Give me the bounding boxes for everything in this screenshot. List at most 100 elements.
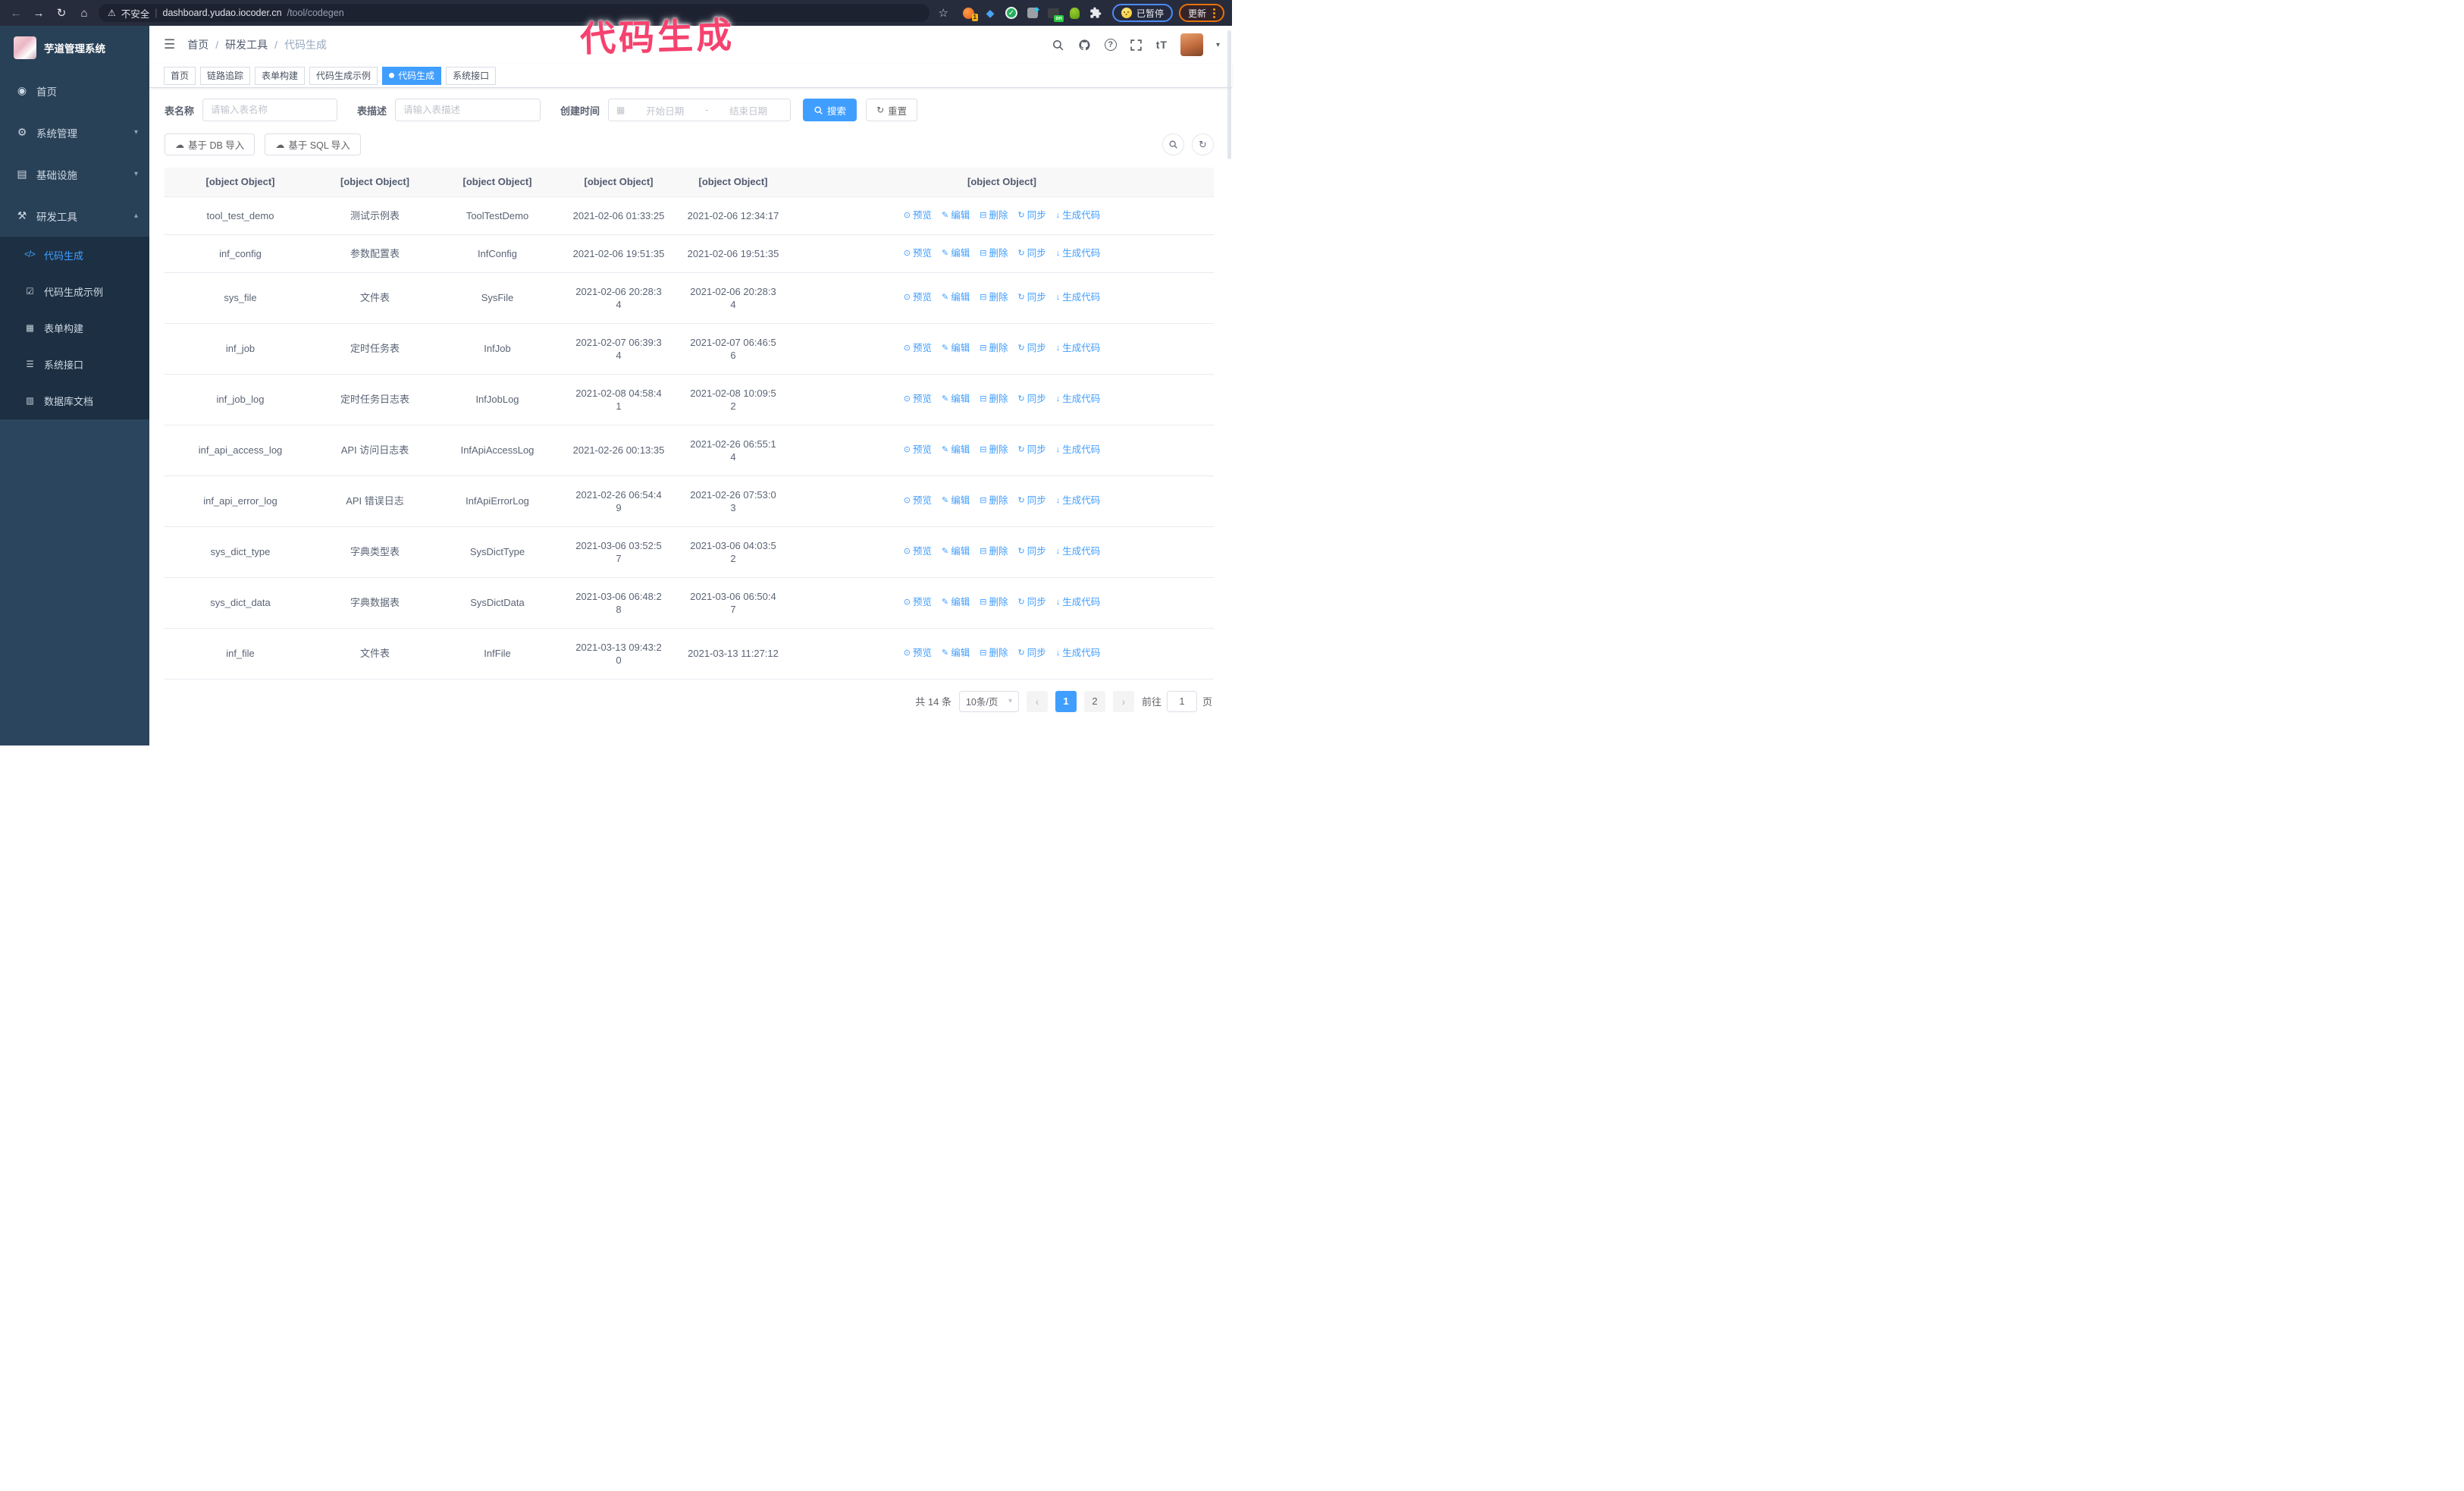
bookmark-star-icon[interactable]: ☆ (939, 6, 948, 20)
preview-link[interactable]: ⊙ 预览 (904, 393, 932, 406)
view-tab[interactable]: 链路追踪 (200, 66, 251, 85)
prev-page-button[interactable]: ‹ (1026, 690, 1048, 712)
sidebar-menu-item[interactable]: ◉ 首页 (0, 70, 149, 111)
edit-link[interactable]: ✎ 编辑 (942, 596, 970, 609)
extension-dark-icon[interactable]: on (1047, 6, 1064, 22)
sync-link[interactable]: ↻ 同步 (1017, 291, 1045, 304)
sidebar-submenu-item[interactable]: ▥ 数据库文档 (0, 382, 149, 419)
delete-link[interactable]: ⊟ 删除 (980, 494, 1008, 507)
delete-link[interactable]: ⊟ 删除 (980, 209, 1008, 222)
view-tab[interactable]: 表单构建 (255, 66, 306, 85)
edit-link[interactable]: ✎ 编辑 (942, 342, 970, 355)
kebab-menu-icon[interactable] (1213, 8, 1215, 18)
search-icon[interactable] (1052, 38, 1065, 52)
delete-link[interactable]: ⊟ 删除 (980, 342, 1008, 355)
page-scrollbar[interactable] (1227, 30, 1231, 159)
edit-link[interactable]: ✎ 编辑 (942, 444, 970, 457)
preview-link[interactable]: ⊙ 预览 (904, 247, 932, 260)
preview-link[interactable]: ⊙ 预览 (904, 545, 932, 558)
edit-link[interactable]: ✎ 编辑 (942, 647, 970, 660)
import-sql-button[interactable]: ☁ 基于 SQL 导入 (265, 133, 361, 155)
extension-gem-icon[interactable]: ◆ (983, 6, 997, 20)
extensions-puzzle-icon[interactable] (1089, 7, 1102, 19)
edit-link[interactable]: ✎ 编辑 (942, 209, 970, 222)
search-button[interactable]: 搜索 (803, 99, 857, 121)
avatar-caret-icon[interactable]: ▾ (1216, 41, 1220, 49)
font-size-icon[interactable]: tT (1156, 39, 1168, 51)
generate-code-link[interactable]: ↓ 生成代码 (1056, 647, 1101, 660)
generate-code-link[interactable]: ↓ 生成代码 (1056, 342, 1101, 355)
generate-code-link[interactable]: ↓ 生成代码 (1056, 291, 1101, 304)
preview-link[interactable]: ⊙ 预览 (904, 342, 932, 355)
page-number-button[interactable]: 1 (1055, 690, 1077, 712)
goto-page-input[interactable] (1166, 690, 1197, 712)
table-desc-input[interactable] (395, 99, 541, 121)
preview-link[interactable]: ⊙ 预览 (904, 291, 932, 304)
preview-link[interactable]: ⊙ 预览 (904, 647, 932, 660)
paused-badge[interactable]: 已暂停 (1111, 4, 1173, 22)
preview-link[interactable]: ⊙ 预览 (904, 494, 932, 507)
view-tab[interactable]: 系统接口 (446, 66, 497, 85)
generate-code-link[interactable]: ↓ 生成代码 (1056, 596, 1101, 609)
sidebar-menu-item[interactable]: ⚒ 研发工具 ▴ (0, 195, 149, 237)
sidebar-submenu-item[interactable]: ☑ 代码生成示例 (0, 273, 149, 309)
preview-link[interactable]: ⊙ 预览 (904, 444, 932, 457)
delete-link[interactable]: ⊟ 删除 (980, 393, 1008, 406)
sync-link[interactable]: ↻ 同步 (1017, 209, 1045, 222)
sync-link[interactable]: ↻ 同步 (1017, 494, 1045, 507)
page-number-button[interactable]: 2 (1083, 690, 1105, 712)
back-button[interactable]: ← (8, 5, 24, 21)
delete-link[interactable]: ⊟ 删除 (980, 444, 1008, 457)
refresh-table-button[interactable]: ↻ (1192, 133, 1214, 155)
sidebar-menu-item[interactable]: ⚙ 系统管理 ▾ (0, 111, 149, 153)
page-size-select[interactable]: 10条/页 ▾ (958, 690, 1019, 712)
fullscreen-icon[interactable] (1130, 38, 1143, 52)
edit-link[interactable]: ✎ 编辑 (942, 393, 970, 406)
forward-button[interactable]: → (30, 5, 47, 21)
extension-orange-icon[interactable]: 1 (962, 6, 978, 21)
view-tab[interactable]: 代码生成示例 (309, 66, 378, 85)
edit-link[interactable]: ✎ 编辑 (942, 545, 970, 558)
user-avatar[interactable] (1180, 33, 1203, 56)
generate-code-link[interactable]: ↓ 生成代码 (1056, 545, 1101, 558)
delete-link[interactable]: ⊟ 删除 (980, 291, 1008, 304)
extension-green-check-icon[interactable]: ✓ (1005, 6, 1018, 20)
edit-link[interactable]: ✎ 编辑 (942, 494, 970, 507)
sidebar-submenu-item[interactable]: </> 代码生成 (0, 237, 149, 273)
preview-link[interactable]: ⊙ 预览 (904, 209, 932, 222)
help-icon[interactable]: ? (1104, 39, 1117, 51)
sync-link[interactable]: ↻ 同步 (1017, 393, 1045, 406)
sync-link[interactable]: ↻ 同步 (1017, 596, 1045, 609)
generate-code-link[interactable]: ↓ 生成代码 (1056, 247, 1101, 260)
generate-code-link[interactable]: ↓ 生成代码 (1056, 444, 1101, 457)
sidebar-submenu-item[interactable]: ☰ 系统接口 (0, 346, 149, 382)
reload-button[interactable]: ↻ (53, 5, 70, 21)
hamburger-icon[interactable]: ☰ (164, 37, 175, 52)
sidebar-menu-item[interactable]: ▤ 基础设施 ▾ (0, 153, 149, 195)
generate-code-link[interactable]: ↓ 生成代码 (1056, 494, 1101, 507)
edit-link[interactable]: ✎ 编辑 (942, 247, 970, 260)
date-range-picker[interactable]: ▦ 开始日期 - 结束日期 (608, 99, 792, 121)
sync-link[interactable]: ↻ 同步 (1017, 342, 1045, 355)
import-db-button[interactable]: ☁ 基于 DB 导入 (165, 133, 255, 155)
reset-button[interactable]: ↻ 重置 (866, 99, 918, 121)
sync-link[interactable]: ↻ 同步 (1017, 247, 1045, 260)
edit-link[interactable]: ✎ 编辑 (942, 291, 970, 304)
view-tab[interactable]: 代码生成 (382, 66, 442, 85)
sync-link[interactable]: ↻ 同步 (1017, 444, 1045, 457)
logo-row[interactable]: 芋道管理系统 (0, 26, 149, 70)
github-icon[interactable] (1078, 38, 1092, 52)
extension-gray-icon[interactable]: ◆ (1026, 5, 1039, 20)
toggle-search-button[interactable] (1162, 133, 1184, 155)
breadcrumb-devtools[interactable]: 研发工具 (225, 37, 268, 52)
delete-link[interactable]: ⊟ 删除 (980, 545, 1008, 558)
sync-link[interactable]: ↻ 同步 (1017, 647, 1045, 660)
delete-link[interactable]: ⊟ 删除 (980, 596, 1008, 609)
home-button[interactable]: ⌂ (76, 5, 92, 21)
table-name-input[interactable] (202, 99, 338, 121)
generate-code-link[interactable]: ↓ 生成代码 (1056, 393, 1101, 406)
url-bar[interactable]: ⚠ 不安全 | dashboard.yudao.iocoder.cn/tool/… (99, 4, 929, 22)
delete-link[interactable]: ⊟ 删除 (980, 647, 1008, 660)
preview-link[interactable]: ⊙ 预览 (904, 596, 932, 609)
breadcrumb-home[interactable]: 首页 (187, 37, 208, 52)
